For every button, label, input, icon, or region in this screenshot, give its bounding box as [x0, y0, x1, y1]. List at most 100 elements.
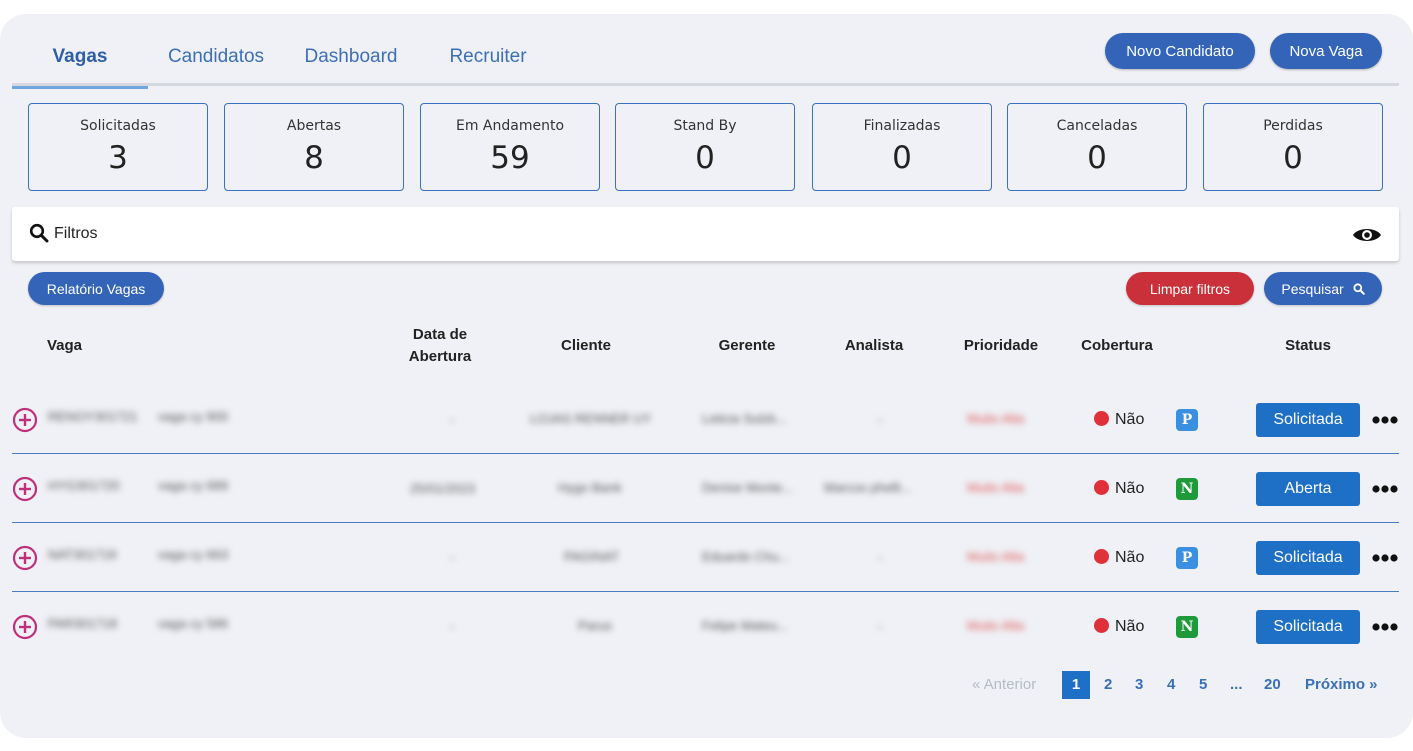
status-dot-icon: [1094, 618, 1109, 633]
limpar-filtros-button[interactable]: Limpar filtros: [1126, 272, 1254, 305]
tipo-badge: N: [1176, 478, 1198, 500]
stat-card-em-andamento[interactable]: Em Andamento 59: [420, 103, 600, 191]
stat-value: 59: [490, 140, 530, 176]
row-code: HYG301720: [48, 478, 120, 493]
more-options-icon[interactable]: [1372, 415, 1398, 425]
stat-value: 8: [304, 140, 324, 176]
row-cliente: Parus: [578, 618, 612, 633]
nova-vaga-button[interactable]: Nova Vaga: [1270, 33, 1382, 69]
row-gerente: Leticia Sulzb...: [702, 411, 787, 426]
stat-card-stand-by[interactable]: Stand By 0: [615, 103, 795, 191]
row-gerente: Felipe Mateu...: [702, 618, 788, 633]
stat-label: Canceladas: [1056, 118, 1138, 134]
status-button[interactable]: Aberta: [1256, 472, 1360, 506]
expand-plus-icon[interactable]: [12, 614, 38, 640]
more-options-icon[interactable]: [1372, 553, 1398, 563]
row-gerente: Denise Monte...: [702, 480, 794, 495]
pagination-page-5[interactable]: 5: [1199, 676, 1207, 693]
tab-dashboard[interactable]: Dashboard: [296, 46, 406, 86]
pagination-page-4[interactable]: 4: [1167, 676, 1175, 693]
tipo-badge: N: [1176, 616, 1198, 638]
row-code: NAT301719: [48, 547, 117, 562]
stat-label: Finalizadas: [863, 118, 941, 134]
status-dot-icon: [1094, 549, 1109, 564]
search-icon: [29, 223, 49, 243]
stat-value: 0: [892, 140, 912, 176]
cobertura-text: Não: [1115, 411, 1145, 428]
relatorio-vagas-button[interactable]: Relatório Vagas: [28, 272, 164, 305]
row-code: PAR301718: [48, 616, 118, 631]
row-cliente: Hygo Bank: [558, 480, 622, 495]
stat-card-solicitadas[interactable]: Solicitadas 3: [28, 103, 208, 191]
status-dot-icon: [1094, 480, 1109, 495]
pagination-page-3[interactable]: 3: [1135, 676, 1143, 693]
more-options-icon[interactable]: [1372, 622, 1398, 632]
col-header-gerente: Gerente: [718, 337, 776, 354]
table-row: HYG301720 vaga cy 689 25/01/2023 Hygo Ba…: [12, 454, 1399, 523]
row-analista: -: [878, 550, 883, 565]
status-button[interactable]: Solicitada: [1256, 541, 1360, 575]
row-gerente: Eduardo Chu...: [702, 549, 790, 564]
pagination-page-2[interactable]: 2: [1104, 676, 1112, 693]
row-cliente: LOJAS RENNER UY: [530, 411, 652, 426]
row-vaga[interactable]: vaga cy 663: [158, 547, 228, 562]
tipo-badge: P: [1176, 547, 1198, 569]
pagination-page-1[interactable]: 1: [1062, 671, 1090, 699]
col-header-data-abertura: Data de Abertura: [390, 324, 490, 368]
cobertura-text: Não: [1115, 618, 1145, 635]
more-options-icon[interactable]: [1372, 484, 1398, 494]
stat-card-abertas[interactable]: Abertas 8: [224, 103, 404, 191]
expand-plus-icon[interactable]: [12, 407, 38, 433]
stat-label: Solicitadas: [80, 118, 156, 134]
tab-recruiter[interactable]: Recruiter: [440, 46, 536, 86]
col-header-vaga: Vaga: [47, 337, 83, 354]
row-data: -: [450, 619, 455, 634]
expand-plus-icon[interactable]: [12, 476, 38, 502]
col-header-data-line1: Data de: [412, 326, 468, 343]
expand-plus-icon[interactable]: [12, 545, 38, 571]
row-prioridade: Muito Alta: [967, 411, 1025, 426]
stat-value: 0: [1283, 140, 1303, 176]
table-row: PAR301718 vaga cy 586 - Parus Felipe Mat…: [12, 592, 1399, 661]
status-dot-icon: [1094, 411, 1109, 426]
stat-label: Em Andamento: [455, 118, 565, 134]
col-header-status: Status: [1285, 337, 1331, 354]
eye-icon[interactable]: [1352, 225, 1382, 245]
tipo-badge: P: [1176, 409, 1198, 431]
row-vaga[interactable]: vaga cy 689: [158, 478, 228, 493]
stat-value: 0: [1087, 140, 1107, 176]
filters-label: Filtros: [54, 225, 98, 242]
stat-value: 3: [108, 140, 128, 176]
row-data: -: [450, 412, 455, 427]
status-button[interactable]: Solicitada: [1256, 403, 1360, 437]
stat-card-canceladas[interactable]: Canceladas 0: [1007, 103, 1187, 191]
table-row: NAT301719 vaga cy 663 - PAGINAT Eduardo …: [12, 523, 1399, 592]
filters-panel-toggle[interactable]: Filtros: [12, 207, 1399, 261]
row-data: -: [450, 550, 455, 565]
stat-card-finalizadas[interactable]: Finalizadas 0: [812, 103, 992, 191]
pagination-next[interactable]: Próximo »: [1305, 676, 1378, 693]
stat-label: Abertas: [286, 118, 342, 134]
status-button[interactable]: Solicitada: [1256, 610, 1360, 644]
tab-vagas[interactable]: Vagas: [12, 46, 148, 89]
row-cliente: PAGINAT: [564, 549, 620, 564]
row-prioridade: Muito Alta: [967, 618, 1025, 633]
row-analista: Marcos phelli...: [824, 480, 912, 495]
app-frame: Vagas Candidatos Dashboard Recruiter Nov…: [0, 14, 1413, 738]
row-data: 25/01/2023: [410, 481, 476, 496]
stat-value: 0: [695, 140, 715, 176]
novo-candidato-button[interactable]: Novo Candidato: [1105, 33, 1255, 69]
tab-candidatos[interactable]: Candidatos: [160, 46, 272, 86]
stats-cards: Solicitadas 3 Abertas 8 Em Andamento 59 …: [28, 103, 1384, 191]
stat-card-perdidas[interactable]: Perdidas 0: [1203, 103, 1383, 191]
cobertura-text: Não: [1115, 480, 1145, 497]
row-vaga[interactable]: vaga cy 900: [158, 409, 228, 424]
pagination-page-20[interactable]: 20: [1264, 676, 1281, 693]
row-vaga[interactable]: vaga cy 586: [158, 616, 228, 631]
search-icon: [1352, 282, 1365, 295]
col-header-data-line2: Abertura: [408, 348, 472, 365]
col-header-cobertura: Cobertura: [1081, 337, 1153, 354]
pagination-prev[interactable]: « Anterior: [972, 676, 1036, 693]
pesquisar-button[interactable]: Pesquisar: [1264, 272, 1382, 305]
row-cobertura: Não: [1094, 549, 1144, 567]
